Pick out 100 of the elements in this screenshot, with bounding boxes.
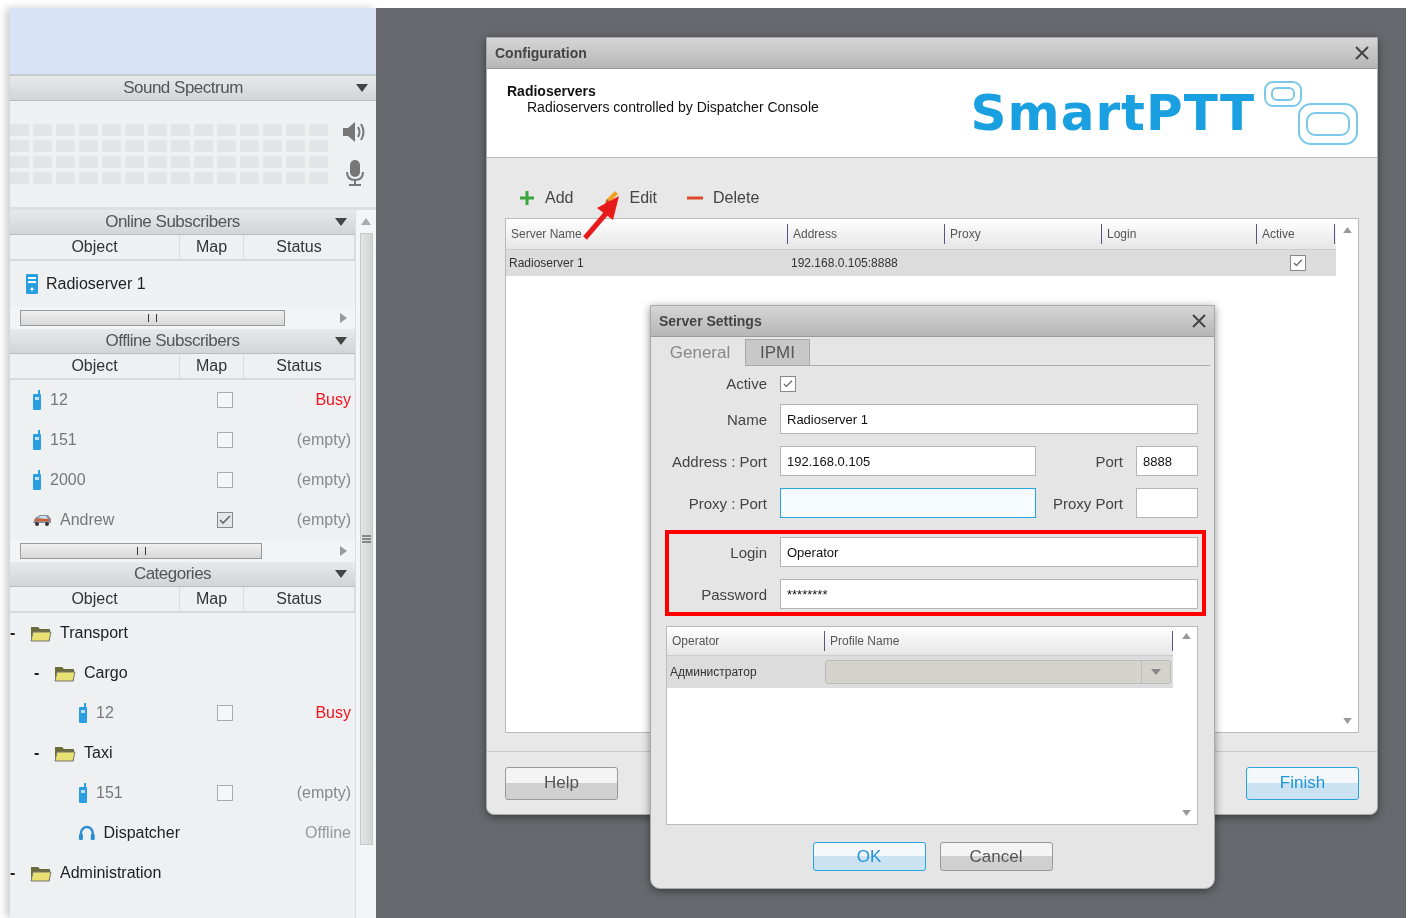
section-header[interactable]: Sound Spectrum: [10, 76, 376, 101]
name-field[interactable]: Radioserver 1: [780, 404, 1198, 434]
window-title: Server Settings: [659, 313, 762, 329]
column-header[interactable]: Map: [180, 235, 244, 259]
field-label: Port: [1094, 452, 1123, 470]
column-header[interactable]: Active: [1257, 224, 1335, 244]
dialog-button[interactable]: Cancel: [939, 842, 1053, 871]
column-header[interactable]: Object: [10, 354, 180, 378]
collapse-toggle[interactable]: -: [10, 624, 22, 642]
port-field[interactable]: 8888: [1136, 446, 1198, 476]
tree-item[interactable]: Transport: [60, 624, 128, 642]
tree-item[interactable]: Taxi: [84, 744, 113, 762]
map-checkbox[interactable]: [217, 785, 233, 801]
tree-item[interactable]: Cargo: [84, 664, 128, 682]
scroll-down-icon[interactable]: [1182, 810, 1191, 816]
column-header[interactable]: Address: [788, 224, 945, 244]
tree-item[interactable]: 12: [96, 704, 114, 722]
subscriber-name[interactable]: 2000: [50, 471, 86, 489]
server-icon: [26, 274, 38, 294]
status-text: (empty): [296, 511, 351, 528]
close-icon[interactable]: [1355, 46, 1369, 60]
caret-icon: [1151, 669, 1161, 675]
column-header[interactable]: Server Name: [506, 224, 788, 244]
column-header[interactable]: Operator: [667, 631, 825, 651]
password-field[interactable]: ********: [780, 579, 1198, 609]
dialog-button[interactable]: Help: [505, 766, 618, 800]
subscriber-name[interactable]: 12: [50, 391, 68, 409]
map-checkbox[interactable]: [217, 512, 233, 528]
logo-text: SmartPTT: [970, 84, 1255, 142]
caret-icon: [335, 337, 347, 345]
car-icon: [32, 514, 52, 526]
column-header[interactable]: Map: [180, 587, 244, 611]
tree-item[interactable]: Dispatcher: [103, 824, 180, 842]
microphone-icon[interactable]: [345, 159, 365, 187]
section-subtitle: Radioservers controlled by Dispatcher Console: [527, 99, 820, 115]
close-icon[interactable]: [1192, 314, 1206, 328]
caret-icon: [335, 570, 347, 578]
status-text: Busy: [315, 391, 351, 408]
caret-icon: [356, 84, 368, 92]
radio-icon: [32, 390, 42, 410]
subscriber-name[interactable]: 151: [50, 431, 77, 449]
column-header[interactable]: Login: [1102, 224, 1257, 244]
scrollbar-thumb[interactable]: [20, 543, 262, 559]
tree-item[interactable]: Administration: [60, 864, 162, 882]
toolbar-button[interactable]: Delete: [679, 185, 768, 211]
field-label: Name: [726, 410, 767, 428]
map-checkbox[interactable]: [217, 432, 233, 448]
field-label: Proxy Port: [1051, 494, 1123, 512]
tab[interactable]: IPMI: [745, 339, 810, 365]
section-title: Radioservers: [507, 83, 597, 99]
address-field[interactable]: 192.168.0.105: [780, 446, 1036, 476]
plus-icon: [519, 190, 535, 206]
scroll-right-icon[interactable]: [340, 546, 347, 556]
collapse-toggle[interactable]: -: [10, 864, 22, 882]
collapse-toggle[interactable]: -: [34, 744, 46, 762]
folder-icon: [54, 664, 76, 682]
caret-icon: [335, 218, 347, 226]
proxy-field[interactable]: [780, 488, 1036, 518]
scroll-down-icon[interactable]: [1343, 718, 1352, 724]
scroll-up-icon[interactable]: [361, 218, 371, 225]
section-header[interactable]: Categories: [10, 562, 355, 587]
login-field[interactable]: Operator: [780, 537, 1198, 567]
field-label: Address : Port: [670, 452, 767, 470]
radio-icon: [32, 430, 42, 450]
tree-item[interactable]: 151: [96, 784, 123, 802]
section-header[interactable]: Offline Subscribers: [10, 329, 355, 354]
headset-icon: [77, 824, 96, 842]
logo-icon: [1263, 80, 1359, 146]
section-header[interactable]: Online Subscribers: [10, 210, 355, 235]
column-header[interactable]: Proxy: [945, 224, 1102, 244]
map-checkbox[interactable]: [217, 392, 233, 408]
vertical-scrollbar[interactable]: [355, 210, 376, 918]
column-header[interactable]: Object: [10, 235, 180, 259]
scroll-up-icon[interactable]: [1182, 633, 1191, 639]
active-checkbox[interactable]: [1289, 255, 1306, 271]
collapse-toggle[interactable]: -: [34, 664, 46, 682]
toolbar-button[interactable]: Add: [511, 185, 582, 211]
table-row[interactable]: Radioserver 1 192.168.0.105:8888: [506, 250, 1336, 276]
subscriber-name[interactable]: Andrew: [60, 511, 115, 529]
radio-icon: [78, 703, 88, 723]
scrollbar-thumb[interactable]: [20, 310, 285, 326]
field-label: Password: [700, 585, 767, 603]
active-checkbox[interactable]: [780, 376, 796, 392]
column-header[interactable]: Object: [10, 587, 180, 611]
status-text: Offline: [305, 824, 351, 841]
scroll-right-icon[interactable]: [340, 313, 347, 323]
window-title: Configuration: [495, 45, 587, 61]
column-header[interactable]: Map: [180, 354, 244, 378]
scroll-up-icon[interactable]: [1343, 227, 1352, 233]
map-checkbox[interactable]: [217, 472, 233, 488]
radio-icon: [32, 470, 42, 490]
subscriber-name[interactable]: Radioserver 1: [46, 275, 146, 293]
scrollbar-thumb[interactable]: [359, 233, 373, 845]
map-checkbox[interactable]: [217, 705, 233, 721]
proxy-port-field[interactable]: [1136, 488, 1198, 518]
profile-dropdown[interactable]: [825, 660, 1171, 684]
checkmark-icon: [1292, 259, 1303, 267]
radio-icon: [78, 783, 88, 803]
table-row[interactable]: Администратор: [667, 656, 1173, 688]
column-header[interactable]: Profile Name: [825, 631, 1173, 651]
